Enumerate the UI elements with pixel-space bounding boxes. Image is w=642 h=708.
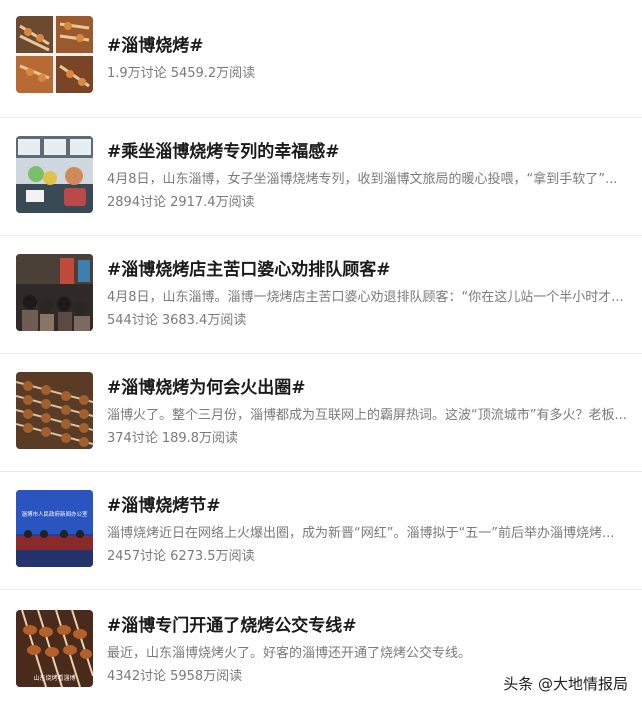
discussion-count: 544讨论 [107,313,158,328]
topic-thumbnail[interactable] [16,372,93,449]
topic-title[interactable]: #淄博烧烤店主苦口婆心劝排队顾客# [107,255,391,280]
topic-item[interactable]: #乘坐淄博烧烤专列的幸福感# 4月8日，山东淄博，女子坐淄博烧烤专列，收到淄博文… [0,118,642,236]
topic-title[interactable]: #淄博烧烤节# [107,491,221,516]
topic-thumbnail[interactable] [16,16,93,93]
topic-thumbnail[interactable] [16,254,93,331]
topic-description: 淄博火了。整个三月份，淄博都成为互联网上的霸屏热词。这波“顶流城市”有多火？老板… [107,408,627,423]
read-count: 5459.2万阅读 [170,66,256,81]
source-watermark: 头条 @大地情报局 [503,675,628,693]
read-count: 3683.4万阅读 [161,313,247,328]
topic-item[interactable]: 淄博市人民政府新闻办公室 #淄博烧烤节# 淄博烧烤近日在网络上火爆出圈，成为新晋… [0,472,642,590]
topic-stats: 1.9万讨论 5459.2万阅读 [107,62,255,81]
read-count: 189.8万阅读 [161,431,239,446]
topic-title[interactable]: #淄博烧烤# [107,31,204,56]
topic-stats: 4342讨论 5958万阅读 [107,665,242,684]
topic-stats: 544讨论 3683.4万阅读 [107,309,246,328]
topic-description: 4月8日，山东淄博，女子坐淄博烧烤专列，收到淄博文旅局的暖心投喂，“拿到手软了”… [107,172,618,187]
topic-title[interactable]: #淄博专门开通了烧烤公交专线# [107,611,357,636]
topic-stats: 2457讨论 6273.5万阅读 [107,545,255,564]
discussion-count: 2457讨论 [107,549,167,564]
read-count: 2917.4万阅读 [170,195,255,210]
discussion-count: 374讨论 [107,431,158,446]
topic-title[interactable]: #乘坐淄博烧烤专列的幸福感# [107,137,340,162]
read-count: 6273.5万阅读 [170,549,255,564]
topic-description: 最近，山东淄博烧烤火了。好客的淄博还开通了烧烤公交专线。 [107,646,472,661]
topic-thumbnail[interactable]: 淄博市人民政府新闻办公室 [16,490,93,567]
topic-item[interactable]: #淄博烧烤店主苦口婆心劝排队顾客# 4月8日，山东淄博。淄博一烧烤店主苦口婆心劝… [0,236,642,354]
read-count: 5958万阅读 [170,669,243,684]
press-banner-text: 淄博市人民政府新闻办公室 [21,510,88,518]
topic-description: 淄博烧烤近日在网络上火爆出圈，成为新晋“网红”。淄博拟于“五一”前后举办淄博烧烤… [107,526,615,541]
topic-stats: 2894讨论 2917.4万阅读 [107,191,255,210]
topic-description: 4月8日，山东淄博。淄博一烧烤店主苦口婆心劝退排队顾客：“你在这儿站一个半小时才… [107,290,624,305]
topic-item[interactable]: #淄博烧烤为何会火出圈# 淄博火了。整个三月份，淄博都成为互联网上的霸屏热词。这… [0,354,642,472]
food-label-text: 山东烧烤看淄博 [33,674,75,682]
topic-item[interactable]: #淄博烧烤# 1.9万讨论 5459.2万阅读 [0,0,642,118]
discussion-count: 4342讨论 [107,669,167,684]
topic-thumbnail[interactable]: 山东烧烤看淄博 [16,610,93,687]
discussion-count: 2894讨论 [107,195,167,210]
discussion-count: 1.9万讨论 [107,66,167,81]
topic-stats: 374讨论 189.8万阅读 [107,427,238,446]
topic-thumbnail[interactable] [16,136,93,213]
topic-title[interactable]: #淄博烧烤为何会火出圈# [107,373,306,398]
